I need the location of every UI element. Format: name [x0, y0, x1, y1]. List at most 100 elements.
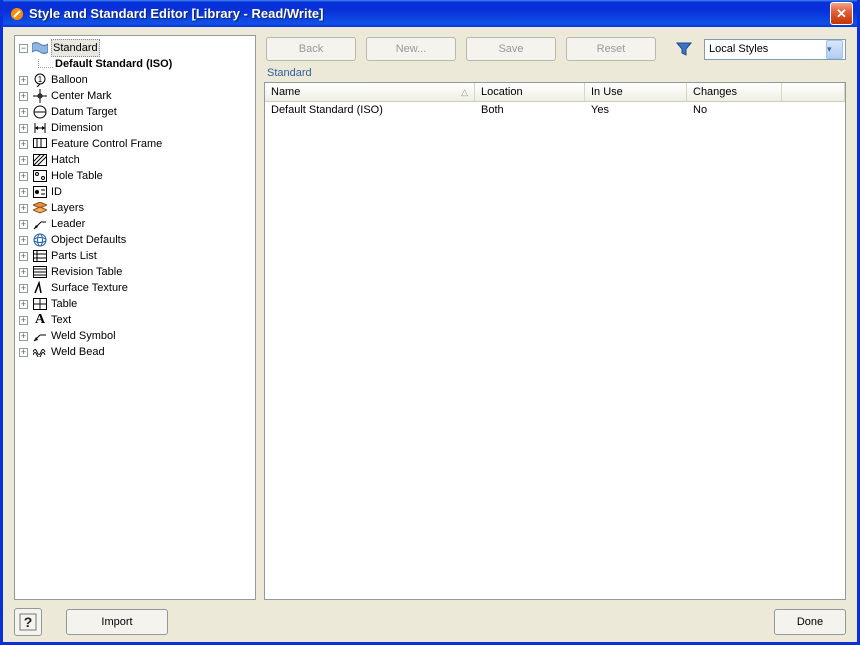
center-mark-icon: [32, 88, 48, 104]
expand-icon[interactable]: +: [19, 76, 28, 85]
style-tree[interactable]: − Standard Default Standard (ISO): [14, 35, 256, 600]
tree-item-label: Hatch: [51, 152, 80, 168]
layers-icon: [32, 200, 48, 216]
tree-item-label: Object Defaults: [51, 232, 126, 248]
tree-item-dimension[interactable]: + Dimension: [17, 120, 253, 136]
expand-icon[interactable]: +: [19, 156, 28, 165]
column-in-use[interactable]: In Use: [585, 83, 687, 101]
panel-label: Standard: [264, 67, 846, 82]
app-icon: [9, 6, 25, 22]
tree-item-hatch[interactable]: + Hatch: [17, 152, 253, 168]
collapse-icon[interactable]: −: [19, 44, 28, 53]
table-icon: [32, 296, 48, 312]
tree-item-parts-list[interactable]: + Parts List: [17, 248, 253, 264]
tree-item-table[interactable]: +Table: [17, 296, 253, 312]
tree-item-id[interactable]: + ID: [17, 184, 253, 200]
expand-icon[interactable]: +: [19, 204, 28, 213]
expand-icon[interactable]: +: [19, 124, 28, 133]
tree-item-label: Feature Control Frame: [51, 136, 162, 152]
tree-item-label: Center Mark: [51, 88, 112, 104]
tree-item-hole-table[interactable]: + Hole Table: [17, 168, 253, 184]
cell-location: Both: [475, 103, 585, 117]
tree-item-label: Weld Bead: [51, 344, 105, 360]
help-icon: ?: [19, 613, 37, 631]
hole-table-icon: [32, 168, 48, 184]
tree-item-default-standard[interactable]: Default Standard (ISO): [35, 56, 253, 72]
weld-symbol-icon: [32, 328, 48, 344]
tree-item-label: ID: [51, 184, 62, 200]
column-headers: Name△ Location In Use Changes: [265, 83, 845, 102]
help-button[interactable]: ?: [14, 608, 42, 636]
tree-root-standard[interactable]: − Standard: [17, 40, 253, 56]
import-button[interactable]: Import: [66, 609, 168, 635]
tree-item-label: Layers: [51, 200, 84, 216]
fcf-icon: [32, 136, 48, 152]
close-button[interactable]: ✕: [830, 2, 853, 25]
back-button[interactable]: Back: [266, 37, 356, 61]
reset-button[interactable]: Reset: [566, 37, 656, 61]
parts-list-icon: [32, 248, 48, 264]
tree-root-label: Standard: [51, 39, 100, 57]
cell-name: Default Standard (ISO): [265, 103, 475, 117]
expand-icon[interactable]: +: [19, 284, 28, 293]
tree-item-weld-symbol[interactable]: + Weld Symbol: [17, 328, 253, 344]
text-icon: A: [32, 312, 48, 328]
tree-item-layers[interactable]: + Layers: [17, 200, 253, 216]
tree-item-weld-bead[interactable]: + Weld Bead: [17, 344, 253, 360]
tree-item-label: Text: [51, 312, 71, 328]
column-location[interactable]: Location: [475, 83, 585, 101]
expand-icon[interactable]: +: [19, 92, 28, 101]
globe-icon: [32, 232, 48, 248]
dropdown-value: Local Styles: [709, 43, 826, 55]
bottom-bar: ? Import Done: [14, 600, 846, 636]
revision-table-icon: [32, 264, 48, 280]
filter-icon[interactable]: [676, 41, 692, 57]
expand-icon[interactable]: +: [19, 332, 28, 341]
tree-item-label: Hole Table: [51, 168, 103, 184]
surface-texture-icon: [32, 280, 48, 296]
save-button[interactable]: Save: [466, 37, 556, 61]
data-grid: Name△ Location In Use Changes Default St…: [264, 82, 846, 600]
tree-item-label: Parts List: [51, 248, 97, 264]
expand-icon[interactable]: +: [19, 268, 28, 277]
tree-item-balloon[interactable]: +1Balloon: [17, 72, 253, 88]
svg-text:?: ?: [24, 614, 33, 630]
tree-item-label: Surface Texture: [51, 280, 128, 296]
expand-icon[interactable]: +: [19, 140, 28, 149]
cell-changes: No: [687, 103, 782, 117]
tree-item-center-mark[interactable]: + Center Mark: [17, 88, 253, 104]
new-button[interactable]: New...: [366, 37, 456, 61]
expand-icon[interactable]: +: [19, 172, 28, 181]
column-changes[interactable]: Changes: [687, 83, 782, 101]
table-row[interactable]: Default Standard (ISO) Both Yes No: [265, 102, 845, 118]
right-panel: Back New... Save Reset Local Styles ▾ St…: [264, 35, 846, 600]
svg-text:1: 1: [38, 75, 43, 84]
expand-icon[interactable]: +: [19, 316, 28, 325]
tree-item-label: Weld Symbol: [51, 328, 116, 344]
done-button[interactable]: Done: [774, 609, 846, 635]
expand-icon[interactable]: +: [19, 236, 28, 245]
tree-item-datum-target[interactable]: + Datum Target: [17, 104, 253, 120]
expand-icon[interactable]: +: [19, 188, 28, 197]
tree-item-text[interactable]: + AText: [17, 312, 253, 328]
style-filter-dropdown[interactable]: Local Styles ▾: [704, 39, 846, 60]
column-tail: [782, 83, 845, 101]
expand-icon[interactable]: +: [19, 300, 28, 309]
tree-item-surface-texture[interactable]: + Surface Texture: [17, 280, 253, 296]
expand-icon[interactable]: +: [19, 108, 28, 117]
tree-item-object-defaults[interactable]: + Object Defaults: [17, 232, 253, 248]
expand-icon[interactable]: +: [19, 252, 28, 261]
tree-item-label: Datum Target: [51, 104, 117, 120]
standard-icon: [32, 40, 48, 56]
tree-item-revision-table[interactable]: +Revision Table: [17, 264, 253, 280]
tree-item-label: Dimension: [51, 120, 103, 136]
tree-item-label: Leader: [51, 216, 85, 232]
chevron-down-icon[interactable]: ▾: [826, 40, 843, 59]
tree-item-feature-control-frame[interactable]: + Feature Control Frame: [17, 136, 253, 152]
tree-item-leader[interactable]: + Leader: [17, 216, 253, 232]
window-title: Style and Standard Editor [Library - Rea…: [29, 6, 830, 21]
column-name[interactable]: Name△: [265, 83, 475, 101]
expand-icon[interactable]: +: [19, 348, 28, 357]
expand-icon[interactable]: +: [19, 220, 28, 229]
hatch-icon: [32, 152, 48, 168]
